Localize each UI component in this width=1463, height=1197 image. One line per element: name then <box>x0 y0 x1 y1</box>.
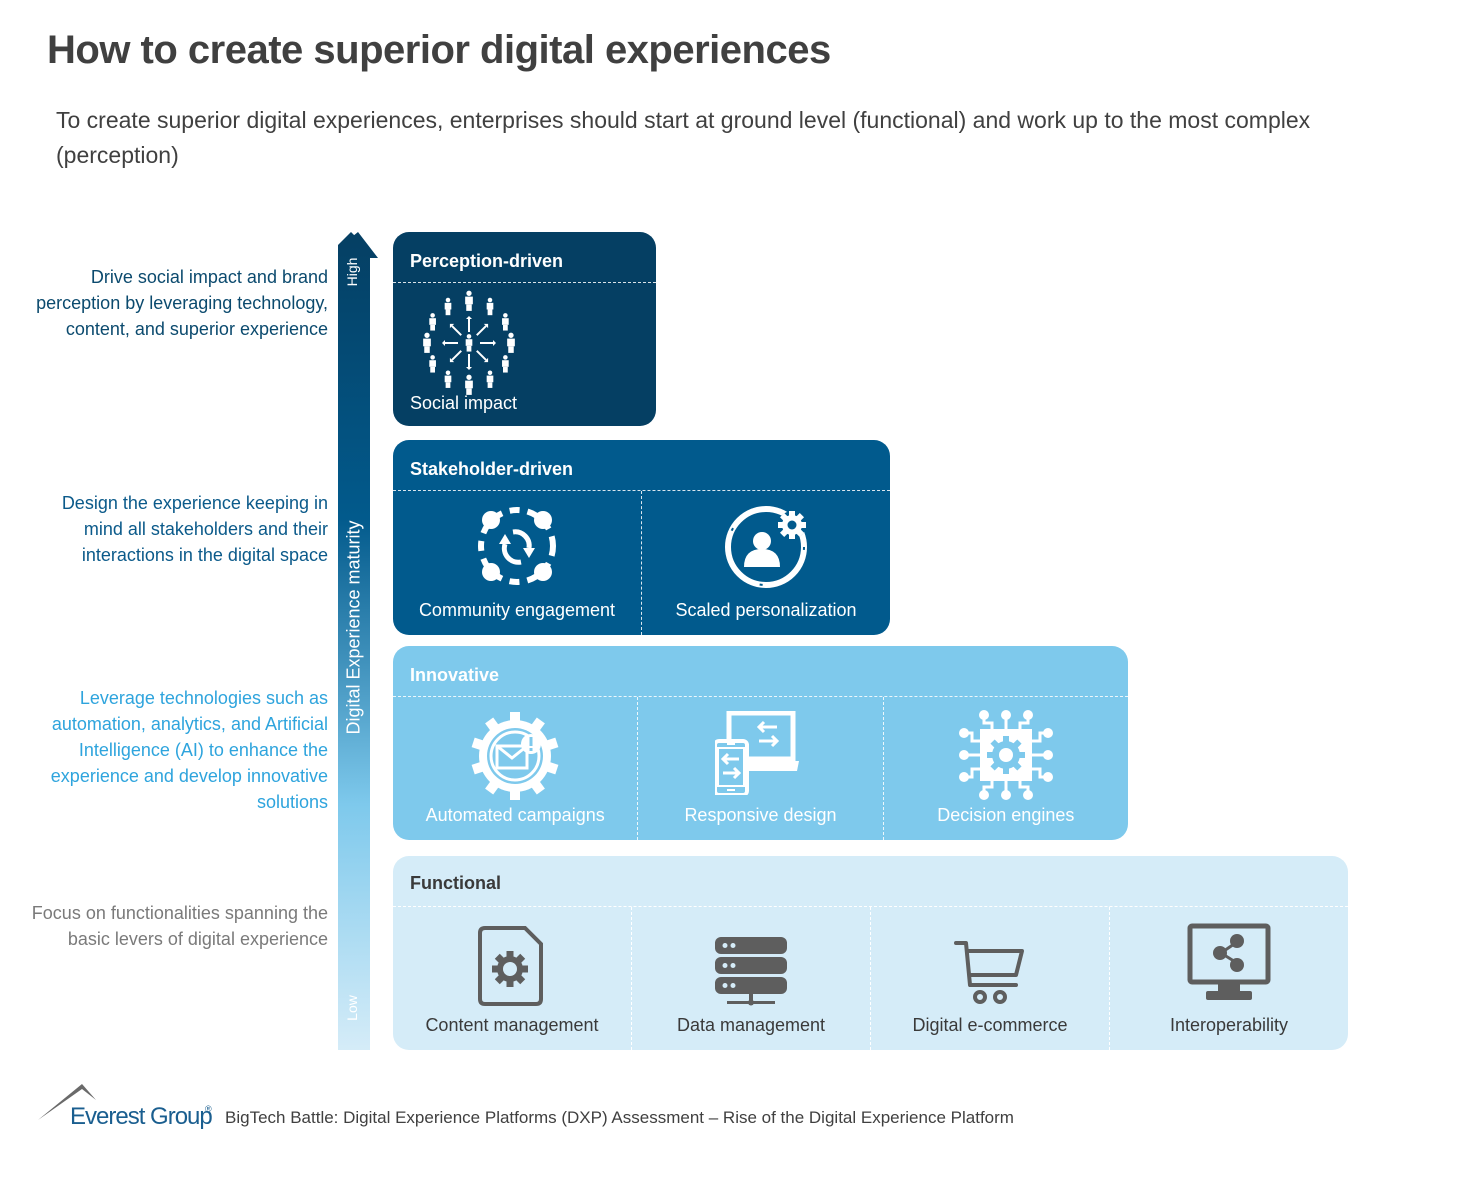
capability-interoperability: Interoperability <box>1109 907 1348 1050</box>
capability-automated-campaigns: Automated campaigns <box>393 697 637 840</box>
capability-data-management: Data management <box>631 907 870 1050</box>
decision-engine-icon <box>958 710 1053 800</box>
axis-low-label: Low <box>344 995 360 1021</box>
automated-campaigns-icon <box>471 712 559 800</box>
level-description-innovative: Leverage technologies such as automation… <box>50 688 328 812</box>
scaled-personalization-icon <box>725 506 807 588</box>
axis-high-label: High <box>344 257 360 287</box>
capability-label: Automated campaigns <box>425 805 605 825</box>
capability-scaled-personalization: Scaled personalization <box>641 491 890 635</box>
source-citation: BigTech Battle: Digital Experience Platf… <box>225 1108 1014 1127</box>
page-subtitle: To create superior digital experiences, … <box>56 107 1311 168</box>
capability-content-management: Content management <box>393 907 631 1050</box>
footer: Everest Group ® BigTech Battle: Digital … <box>38 1084 1138 1134</box>
capability-label: Scaled personalization <box>675 600 857 620</box>
level-title: Perception-driven <box>410 251 564 271</box>
level-description-perception: Drive social impact and brand perception… <box>36 267 328 339</box>
page-title: How to create superior digital experienc… <box>47 28 831 72</box>
level-stakeholder-driven: Stakeholder-driven Community engagement <box>393 440 890 635</box>
social-impact-icon <box>423 290 515 395</box>
community-engagement-icon <box>478 507 556 585</box>
capability-label: Digital e-commerce <box>912 1015 1068 1035</box>
brand-name: Everest Group <box>70 1103 213 1130</box>
level-perception-driven: Perception-driven Social impact <box>393 232 656 426</box>
data-management-icon <box>715 937 787 1006</box>
capability-label: Content management <box>425 1015 599 1035</box>
registered-mark: ® <box>205 1104 212 1114</box>
interoperability-icon <box>1187 923 1271 1000</box>
level-description-functional: Focus on functionalities spanning the ba… <box>31 903 328 949</box>
maturity-axis: High Digital Experience maturity Low <box>338 232 378 1050</box>
capability-social-impact: Social impact <box>393 283 656 426</box>
capability-label: Responsive design <box>684 805 837 825</box>
capability-decision-engines: Decision engines <box>882 697 1128 840</box>
capability-label: Decision engines <box>937 805 1075 825</box>
level-title: Innovative <box>410 665 500 685</box>
level-title: Functional <box>410 873 501 893</box>
capability-responsive-design: Responsive design <box>637 697 882 840</box>
responsive-design-icon <box>715 711 800 795</box>
level-innovative: Innovative Automated campaigns Responsiv… <box>393 646 1128 840</box>
capability-community-engagement: Community engagement <box>393 491 641 635</box>
level-functional: Functional Content management Data manag… <box>393 856 1348 1050</box>
shopping-cart-icon <box>954 941 1024 1004</box>
content-management-icon <box>478 926 543 1006</box>
capability-label: Interoperability <box>1169 1015 1289 1035</box>
axis-title: Digital Experience maturity <box>343 520 364 735</box>
capability-digital-ecommerce: Digital e-commerce <box>870 907 1109 1050</box>
capability-label: Community engagement <box>418 600 616 620</box>
level-description-stakeholder: Design the experience keeping in mind al… <box>61 493 328 565</box>
capability-label: Data management <box>676 1015 826 1035</box>
capability-label: Social impact <box>410 393 518 413</box>
level-title: Stakeholder-driven <box>410 459 574 479</box>
